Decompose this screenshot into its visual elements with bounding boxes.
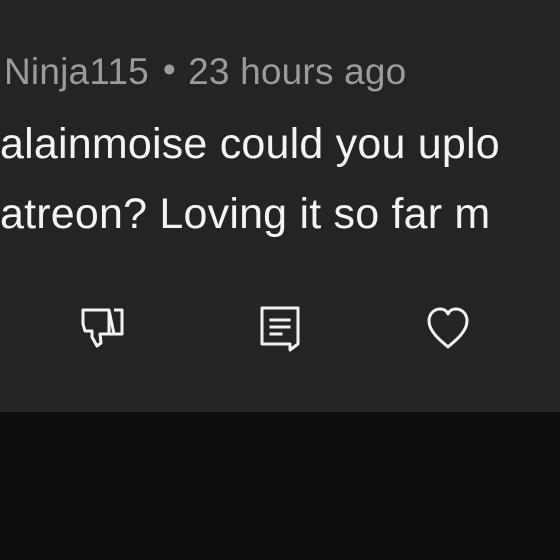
comment-icon <box>254 302 306 359</box>
screen: Ninja115 • 23 hours ago alainmoise could y… <box>0 0 560 560</box>
dislike-button[interactable] <box>74 302 130 358</box>
like-button[interactable] <box>420 302 476 358</box>
comment-timestamp: 23 hours ago <box>188 51 407 92</box>
thumbs-down-icon <box>76 302 128 359</box>
meta-separator: • <box>162 49 177 90</box>
comment-meta: Ninja115 • 23 hours ago <box>4 49 407 92</box>
comment-author[interactable]: Ninja115 <box>4 51 149 92</box>
card-top-spacer <box>0 0 560 28</box>
comment-card: Ninja115 • 23 hours ago alainmoise could y… <box>0 0 560 412</box>
comment-body-line-1: alainmoise could you uplo <box>0 120 500 168</box>
heart-icon <box>422 302 474 359</box>
comment-body-line-2: atreon? Loving it so far m <box>0 190 491 238</box>
below-comment-area <box>0 412 560 560</box>
reply-button[interactable] <box>252 302 308 358</box>
